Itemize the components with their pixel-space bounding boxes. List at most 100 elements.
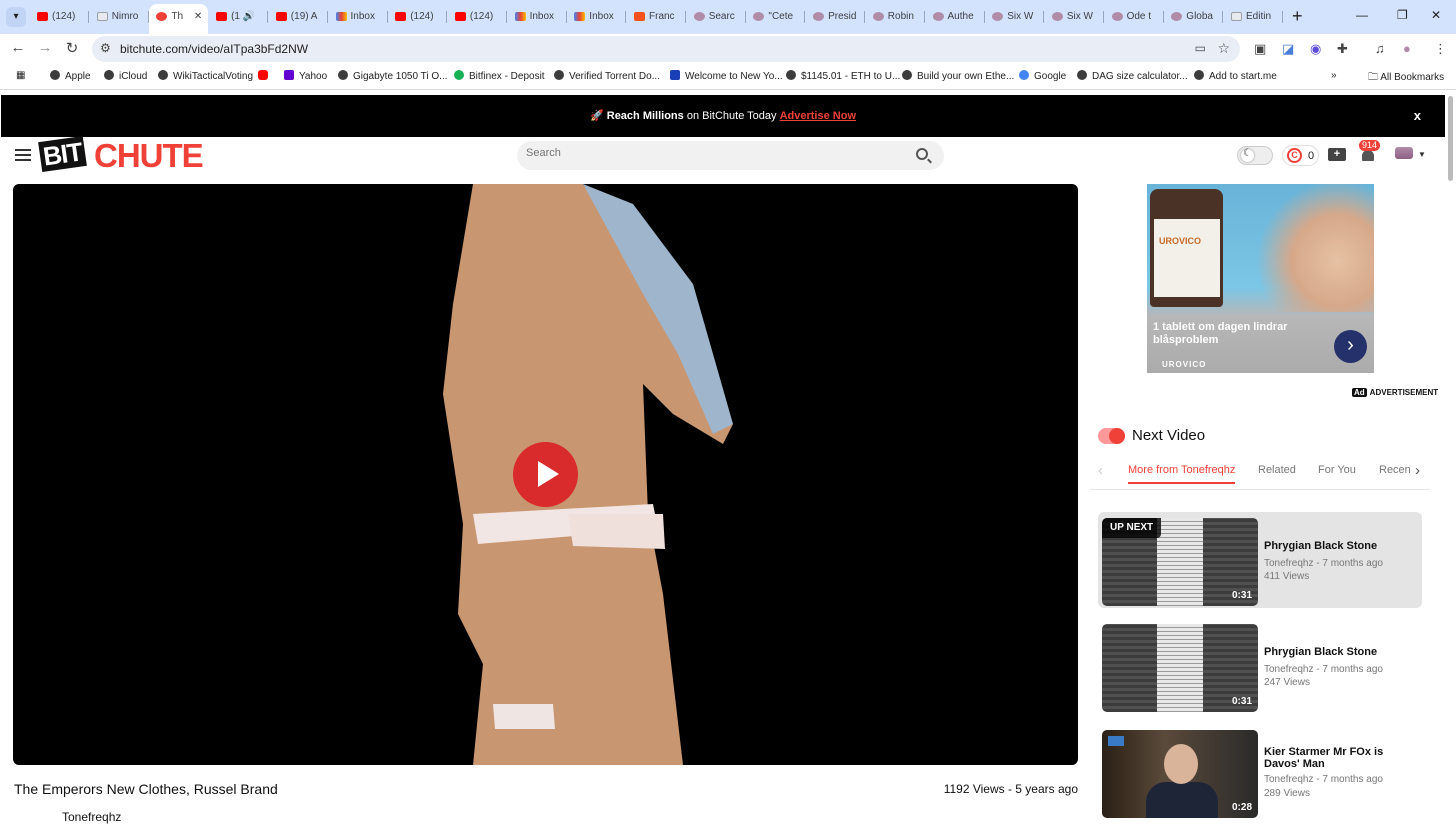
browser-tab[interactable]: Editin (1224, 4, 1283, 30)
minimize-button[interactable]: — (1356, 8, 1368, 22)
video-thumbnail[interactable]: 0:31 (1102, 624, 1258, 712)
sidebar-advertisement[interactable]: UROVICO 1 tablett om dagen lindrar blåsp… (1147, 184, 1374, 373)
back-button[interactable]: ← (8, 39, 28, 56)
browser-tab[interactable]: Franc (627, 4, 686, 30)
tab-recent[interactable]: Recen (1379, 464, 1411, 476)
browser-tab[interactable]: Globa (1164, 4, 1224, 30)
bookmarks-bar: ▦ Apple iCloud WikiTacticalVoting Yahoo Giga… (0, 64, 1456, 90)
browser-tab[interactable]: (19) A (269, 4, 328, 30)
browser-tab[interactable]: Six W (985, 4, 1045, 30)
video-player[interactable] (13, 184, 1078, 765)
extension-icon-2[interactable]: ◪ (1282, 41, 1294, 57)
chevron-right-icon[interactable]: › (1415, 462, 1420, 479)
new-tab-button[interactable]: + (1292, 6, 1303, 27)
recommended-video-title[interactable]: Phrygian Black Stone (1264, 646, 1414, 658)
bookmark-item[interactable]: Google (1019, 70, 1066, 82)
close-promo-button[interactable]: x (1414, 95, 1421, 137)
browser-tab[interactable]: (124) (30, 4, 89, 30)
ad-brand-name: UROVICO (1162, 360, 1207, 369)
media-control-icon[interactable]: ♫ (1375, 41, 1385, 56)
browser-tab[interactable]: Six W (1045, 4, 1104, 30)
bookmark-item[interactable]: Welcome to New Yo... (670, 70, 783, 82)
browser-tab[interactable]: Presid (806, 4, 866, 30)
bookmark-favicon-icon (554, 70, 564, 80)
browser-tab[interactable]: Inbox (508, 4, 567, 30)
apps-grid-icon[interactable]: ▦ (16, 70, 25, 81)
forward-button[interactable]: → (35, 39, 55, 56)
bookmark-item[interactable]: Yahoo (284, 70, 327, 82)
chevron-left-icon[interactable]: ‹ (1098, 462, 1103, 479)
address-bar[interactable]: ⚙ bitchute.com/video/aITpa3bFd2NW ▭ ☆ (92, 36, 1240, 62)
ad-arrow-icon[interactable]: › (1334, 330, 1367, 363)
install-app-icon[interactable]: ▭ (1195, 41, 1206, 55)
browser-menu-icon[interactable]: ⋮ (1434, 41, 1447, 57)
bookmark-favicon-icon (454, 70, 464, 80)
tab-more-from-channel[interactable]: More from Tonefreqhz (1128, 464, 1236, 484)
bookmark-item[interactable]: WikiTacticalVoting (158, 70, 253, 82)
bookmark-item[interactable]: iCloud (104, 70, 147, 82)
all-bookmarks-button[interactable]: 🗀 All Bookmarks (1368, 70, 1444, 87)
bookmark-item[interactable]: Build your own Ethe... (902, 70, 1014, 82)
browser-tab[interactable]: Inbox (329, 4, 388, 30)
search-icon[interactable] (916, 148, 928, 160)
bookmark-item[interactable]: Verified Torrent Do... (554, 70, 660, 82)
bookmark-item[interactable]: Gigabyte 1050 Ti O... (338, 70, 448, 82)
browser-tab[interactable]: Robin (866, 4, 925, 30)
close-window-button[interactable]: ✕ (1431, 8, 1441, 22)
dark-mode-toggle[interactable]: ☾ (1237, 146, 1273, 165)
tab-related[interactable]: Related (1258, 464, 1296, 476)
browser-tab[interactable]: Th ✕ (149, 4, 209, 34)
more-bookmarks-button[interactable]: » (1331, 70, 1337, 81)
close-tab-icon[interactable]: ✕ (191, 11, 202, 22)
bookmark-item[interactable]: $1145.01 - ETH to U... (786, 70, 900, 82)
audio-playing-icon[interactable]: 🔊 (240, 11, 255, 22)
browser-tab[interactable]: (124) (448, 4, 507, 30)
menu-icon[interactable] (15, 149, 31, 161)
channel-name-link[interactable]: Tonefreqhz (62, 810, 121, 824)
url-text[interactable]: bitchute.com/video/aITpa3bFd2NW (120, 42, 308, 56)
upload-video-icon[interactable]: + (1328, 148, 1346, 161)
bookmark-item[interactable]: Add to start.me (1194, 70, 1277, 82)
bookmark-star-icon[interactable]: ☆ (1217, 40, 1230, 57)
video-thumbnail[interactable]: UP NEXT 0:31 (1102, 518, 1258, 606)
recommended-video-channel: Tonefreqhz - 7 months ago (1264, 558, 1383, 569)
recommended-video-title[interactable]: Phrygian Black Stone (1264, 540, 1414, 552)
bookmark-item[interactable]: Bitfinex - Deposit (454, 70, 545, 82)
bookmark-item[interactable]: Apple (50, 70, 91, 82)
browser-tab[interactable]: Inbox (567, 4, 627, 30)
tab-for-you[interactable]: For You (1318, 464, 1356, 476)
video-thumbnail[interactable]: 0:28 (1102, 730, 1258, 818)
browser-tab[interactable]: Searc (687, 4, 746, 30)
extensions-puzzle-icon[interactable]: ✚ (1337, 41, 1348, 57)
tab-favicon-icon (96, 11, 108, 21)
play-button[interactable] (513, 442, 578, 507)
tab-search-button[interactable]: ▾ (6, 7, 26, 27)
bookmark-item[interactable]: DAG size calculator... (1077, 70, 1188, 82)
recommended-video[interactable]: 0:31 Phrygian Black Stone Tonefreqhz - 7… (1098, 618, 1422, 714)
extension-icon-1[interactable]: ▣ (1254, 41, 1266, 57)
chevron-down-icon[interactable]: ▼ (1418, 150, 1426, 159)
browser-tab[interactable]: Authe (926, 4, 985, 30)
recommended-video[interactable]: UP NEXT 0:31 Phrygian Black Stone Tonefr… (1098, 512, 1422, 608)
browser-tab[interactable]: Ode t (1105, 4, 1164, 30)
site-info-icon[interactable]: ⚙ (100, 41, 111, 55)
advertise-now-link[interactable]: Advertise Now (780, 110, 856, 122)
bookmark-item[interactable] (258, 70, 273, 82)
extension-icon-3[interactable]: ◉ (1310, 41, 1321, 57)
browser-tab[interactable]: "Cete (746, 4, 806, 30)
restore-button[interactable]: ❐ (1397, 8, 1408, 22)
search-input[interactable] (526, 147, 896, 159)
recommended-video-title[interactable]: Kier Starmer Mr FOx is Davos' Man (1264, 746, 1414, 770)
browser-tab[interactable]: (124) (388, 4, 448, 30)
recommended-video[interactable]: 0:28 Kier Starmer Mr FOx is Davos' Man T… (1098, 724, 1422, 820)
browser-tab[interactable]: Nimro (90, 4, 149, 30)
autoplay-toggle[interactable] (1098, 428, 1125, 444)
profile-avatar-icon[interactable]: ● (1403, 41, 1411, 56)
tab-favicon-icon (514, 11, 526, 21)
reload-button[interactable]: ↻ (62, 39, 82, 57)
browser-tab[interactable]: (1 🔊 (209, 4, 269, 30)
page-scrollbar[interactable] (1448, 96, 1453, 181)
coins-counter[interactable]: C 0 (1282, 145, 1319, 166)
user-avatar[interactable] (1395, 147, 1413, 159)
bookmark-favicon-icon (902, 70, 912, 80)
